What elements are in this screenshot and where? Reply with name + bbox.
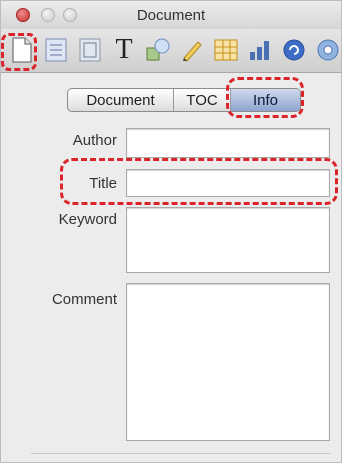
table-icon[interactable] [211,35,241,65]
highlight-document-icon [1,33,37,71]
comment-icon[interactable] [279,35,309,65]
divider [31,453,331,454]
shapes-icon[interactable] [143,35,173,65]
list-icon[interactable] [41,35,71,65]
text-icon[interactable]: T [109,35,139,65]
chart-icon[interactable] [245,35,275,65]
title-bar: Document [1,1,341,29]
comment-label: Comment [51,291,117,308]
layout-icon[interactable] [75,35,105,65]
document-inspector-window: Document T Document TOC Info Author Titl… [0,0,342,463]
author-field[interactable] [126,128,330,158]
pen-icon[interactable] [177,35,207,65]
highlight-info-tab [226,77,304,118]
keyword-label: Keyword [58,211,117,228]
window-title: Document [136,7,206,24]
comment-field[interactable] [126,283,330,441]
media-icon[interactable] [313,35,342,65]
author-label: Author [72,132,117,149]
highlight-title-field [60,158,338,205]
tab-document[interactable]: Document [68,89,174,111]
keyword-field[interactable] [126,207,330,273]
inspector-toolbar: T [1,29,341,73]
tab-toc[interactable]: TOC [174,89,231,111]
